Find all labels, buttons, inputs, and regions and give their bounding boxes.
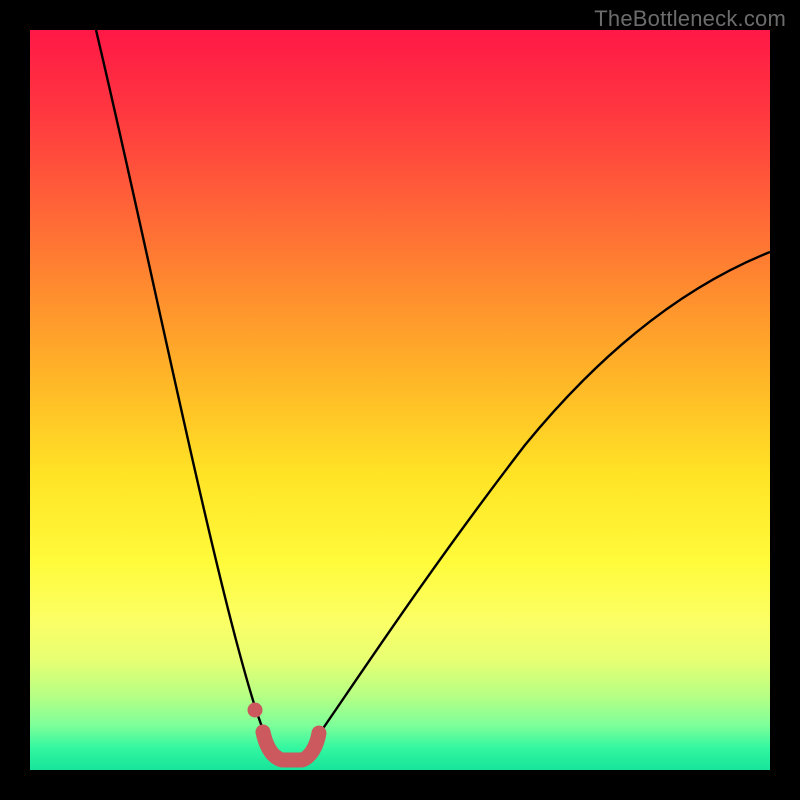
watermark-text: TheBottleneck.com xyxy=(594,6,786,32)
curve-left-branch xyxy=(96,30,268,741)
marker-dot-left xyxy=(248,703,263,718)
curve-right-branch xyxy=(315,252,770,740)
chart-plot-area xyxy=(30,30,770,770)
chart-svg xyxy=(30,30,770,770)
marker-valley xyxy=(263,732,319,760)
chart-frame: TheBottleneck.com xyxy=(0,0,800,800)
